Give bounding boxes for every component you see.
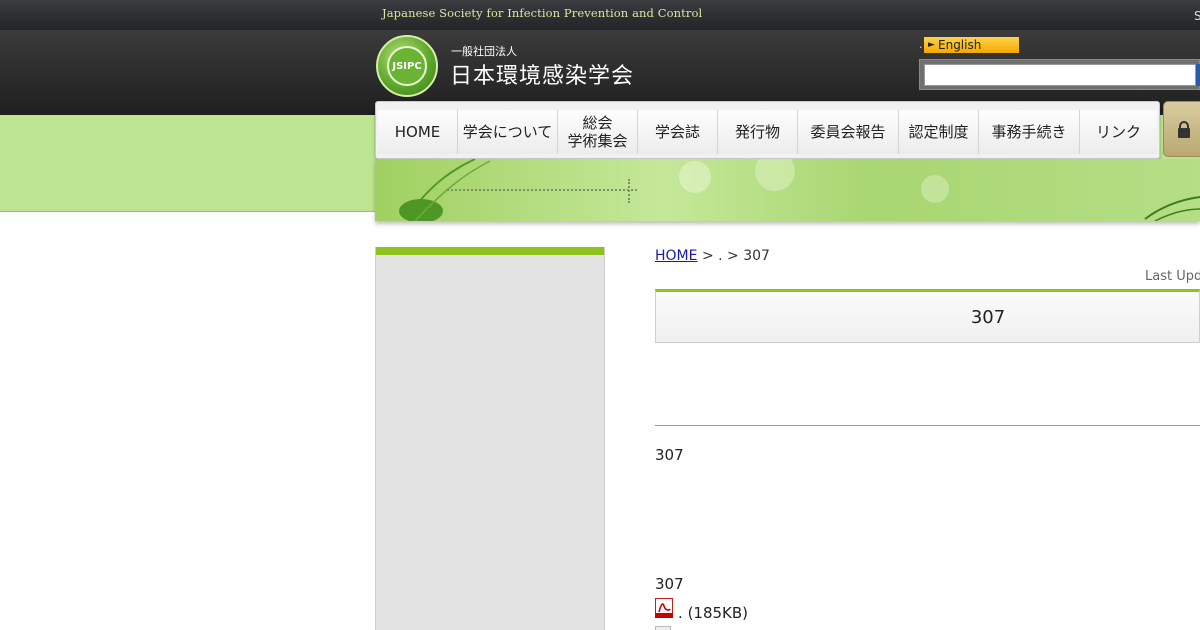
search-input[interactable] [924,64,1196,86]
breadcrumb-home-link[interactable]: HOME [655,248,697,264]
breadcrumb: HOME > . > 307 [655,248,770,264]
nav-journal[interactable]: 学会誌 [638,110,718,154]
last-updated: Last Upd [1145,269,1200,284]
pdf-size: (185KB) [687,604,749,622]
org-type: 一般社団法人 [451,45,517,58]
page-title: 307 [970,307,1006,328]
page-title-box: 307 [655,289,1200,343]
issue-heading: 307 [655,446,684,464]
sidebar [375,247,605,630]
file-icon[interactable] [655,626,671,630]
nav-procedures[interactable]: 事務手続き [979,110,1080,154]
search-button[interactable] [1196,64,1200,86]
nav-general-meeting-line1: 総会 [582,114,613,132]
main-nav: HOME 学会について 総会 学術集会 学会誌 発行物 委員会報告 認定制度 事… [375,101,1160,159]
banner-dotted-cross [628,179,630,203]
pdf-link-label: . [678,604,683,622]
nav-publications-label: 発行物 [734,123,780,141]
nav-links-label: リンク [1095,123,1141,141]
nav-certification-label: 認定制度 [908,123,969,141]
nav-publications[interactable]: 発行物 [718,110,798,154]
nav-committee-reports-label: 委員会報告 [810,123,886,141]
nav-journal-label: 学会誌 [654,123,700,141]
breadcrumb-separator: > [727,248,739,264]
nav-home-label: HOME [394,123,441,141]
logo-mark: JSIPC [387,46,427,86]
lang-separator: . [919,38,923,51]
site-tagline: Japanese Society for Infection Preventio… [382,6,703,20]
nav-home[interactable]: HOME [378,110,458,154]
nav-procedures-label: 事務手続き [991,123,1067,141]
banner-dotted-line [447,189,637,191]
members-button[interactable] [1163,101,1200,157]
nav-committee-reports[interactable]: 委員会報告 [798,110,899,154]
top-right-text[interactable]: S [1194,9,1200,23]
pdf-link[interactable]: . (185KB) [678,604,748,622]
breadcrumb-middle[interactable]: . [718,248,722,264]
breadcrumb-separator: > [701,248,714,264]
top-bar: Japanese Society for Infection Preventio… [0,0,1200,30]
nav-about[interactable]: 学会について [458,110,558,154]
nav-general-meeting-line2: 学術集会 [567,132,628,150]
english-label: English [938,38,982,52]
breadcrumb-current: 307 [743,248,770,264]
english-button[interactable]: ► English [924,37,1019,53]
search-box [919,59,1200,90]
sidebar-accent-bar [376,247,604,255]
nav-links[interactable]: リンク [1080,110,1157,154]
issue-subheading: 307 [655,575,684,593]
nav-general-meeting[interactable]: 総会 学術集会 [558,110,638,154]
arrow-right-icon: ► [928,40,935,50]
divider [655,425,1200,426]
site-logo[interactable]: JSIPC [376,35,438,97]
org-name[interactable]: 日本環境感染学会 [450,58,634,90]
header-banner [375,159,1200,221]
nav-certification[interactable]: 認定制度 [899,110,979,154]
pdf-icon[interactable] [655,598,673,618]
nav-about-label: 学会について [462,123,553,141]
lock-icon [1178,121,1190,138]
